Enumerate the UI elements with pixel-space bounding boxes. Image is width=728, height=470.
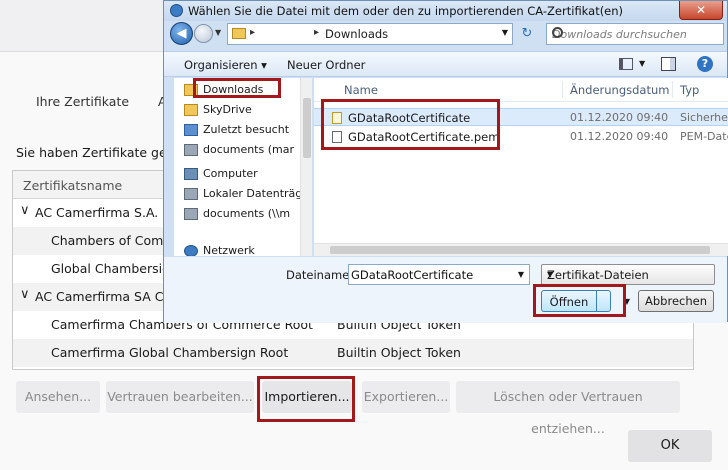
nav-item-network[interactable]: Netzwerk (174, 241, 300, 256)
row-name: AC Camerfirma SA CIF (35, 289, 175, 304)
column-date-modified[interactable]: Änderungsdatum (570, 83, 669, 97)
nav-item-local-drive[interactable]: Lokaler Datenträg (174, 184, 300, 204)
nav-item-documents-share[interactable]: documents (mar (174, 140, 300, 160)
column-type[interactable]: Typ (680, 83, 699, 97)
dialog-title: Wählen Sie die Datei mit dem oder den zu… (188, 4, 624, 18)
view-options-icon[interactable] (619, 58, 633, 70)
ok-button[interactable]: OK (628, 430, 712, 462)
edit-trust-button[interactable]: Vertrauen bearbeiten... (106, 381, 254, 413)
breadcrumb-separator-icon[interactable]: ▸ (250, 27, 255, 38)
chevron-down-icon[interactable]: ∨ (20, 203, 30, 218)
nav-item-computer[interactable]: Computer (174, 164, 300, 184)
preview-pane-icon[interactable] (661, 57, 676, 71)
column-certificate-name[interactable]: Zertifikatsname (23, 178, 122, 193)
chevron-down-icon[interactable]: ▼ (518, 270, 524, 279)
dialog-title-bar: Wählen Sie die Datei mit dem oder den zu… (164, 1, 727, 21)
file-open-dialog: Wählen Sie die Datei mit dem oder den zu… (163, 0, 728, 323)
row-name: Global Chambersig (51, 261, 171, 276)
column-divider[interactable] (562, 81, 563, 98)
export-button[interactable]: Exportieren... (362, 381, 450, 413)
organize-button[interactable]: Organisieren ▾ (184, 58, 267, 72)
network-drive-icon (184, 208, 198, 220)
chevron-down-icon[interactable]: ∨ (20, 287, 30, 302)
breadcrumb-downloads[interactable]: Downloads (325, 27, 388, 41)
network-drive-icon (184, 144, 198, 156)
file-date: 01.12.2020 09:40 (570, 111, 669, 124)
scroll-thumb[interactable] (303, 98, 311, 158)
row-name: AC Camerfirma S.A. (35, 205, 159, 220)
history-dropdown-icon[interactable]: ▼ (215, 28, 221, 37)
row-token: Builtin Object Token (337, 345, 461, 360)
nav-item-label: documents (mar (203, 143, 294, 156)
files-highlight (321, 99, 500, 150)
row-name: Chambers of Comm (51, 233, 176, 248)
nav-item-label: SkyDrive (203, 103, 252, 116)
import-highlight (257, 376, 355, 422)
search-box[interactable]: Downloads durchsuchen (546, 23, 724, 45)
refresh-icon[interactable]: ↻ (516, 23, 538, 45)
view-button[interactable]: Ansehen... (16, 381, 100, 413)
horizontal-scrollbar[interactable] (314, 243, 728, 256)
cancel-button[interactable]: Abbrechen (638, 290, 714, 312)
nav-item-skydrive[interactable]: SkyDrive (174, 100, 300, 120)
network-icon (184, 245, 198, 256)
nav-item-label: Computer (203, 167, 258, 180)
open-highlight (533, 284, 626, 317)
nav-item-label: Zuletzt besucht (203, 123, 290, 136)
delete-or-distrust-button[interactable]: Löschen oder Vertrauen entziehen... (456, 381, 680, 436)
nav-item-documents-network[interactable]: documents (\\m (174, 204, 300, 224)
search-icon (552, 27, 563, 38)
chevron-down-icon[interactable]: ▼ (547, 270, 709, 279)
help-icon[interactable]: ? (697, 56, 713, 72)
address-row: ◀ ▼ ▸ ▸ Downloads ▼ ↻ Downloads durchsuc… (164, 21, 727, 47)
description-text: Sie haben Zertifikate gesp (16, 145, 182, 160)
firefox-icon (170, 4, 183, 17)
downloads-highlight (193, 78, 281, 98)
scroll-thumb[interactable] (330, 246, 710, 254)
search-input[interactable]: Downloads durchsuchen (552, 28, 687, 41)
file-type: PEM-Date (680, 130, 728, 143)
column-name[interactable]: Name (344, 83, 378, 97)
folder-icon (232, 28, 246, 39)
file-type: Sicherheit (680, 111, 728, 124)
folder-icon (184, 104, 198, 116)
address-dropdown-icon[interactable]: ▼ (502, 28, 508, 37)
filetype-select[interactable]: Zertifikat-Dateien ▼ (541, 264, 715, 285)
filename-input[interactable] (351, 267, 511, 282)
command-bar: Organisieren ▾ Neuer Ordner ▼ ? (164, 51, 727, 77)
dialog-footer: Dateiname: ▼ Zertifikat-Dateien ▼ Öffnen… (164, 257, 727, 323)
column-divider[interactable] (672, 81, 673, 98)
close-button[interactable]: ✕ (679, 1, 723, 20)
breadcrumb-separator-icon[interactable]: ▸ (314, 27, 319, 38)
address-bar[interactable]: ▸ ▸ Downloads ▼ (227, 23, 513, 45)
recent-icon (184, 124, 198, 136)
new-folder-button[interactable]: Neuer Ordner (287, 58, 365, 72)
row-name: Camerfirma Global Chambersign Root (51, 345, 289, 360)
filename-label: Dateiname: (286, 268, 354, 282)
nav-item-label: Netzwerk (203, 244, 255, 256)
back-arrow-icon[interactable]: ◀ (170, 22, 193, 45)
nav-item-recent[interactable]: Zuletzt besucht (174, 120, 300, 140)
table-row[interactable]: Camerfirma Global Chambersign Root Built… (13, 339, 693, 367)
nav-item-label: documents (\\m (203, 207, 291, 220)
drive-icon (184, 188, 198, 200)
tab-your-certificates[interactable]: Ihre Zertifikate (36, 94, 129, 109)
nav-item-label: Lokaler Datenträg (203, 187, 300, 200)
forward-arrow-icon[interactable] (194, 24, 213, 43)
view-dropdown-icon[interactable]: ▼ (639, 59, 645, 68)
computer-icon (184, 168, 198, 180)
file-date: 01.12.2020 09:40 (570, 130, 669, 143)
nav-scrollbar[interactable] (300, 78, 312, 256)
filename-field[interactable]: ▼ (348, 264, 530, 285)
navigation-pane: Downloads SkyDrive Zuletzt besucht docum… (174, 78, 312, 256)
